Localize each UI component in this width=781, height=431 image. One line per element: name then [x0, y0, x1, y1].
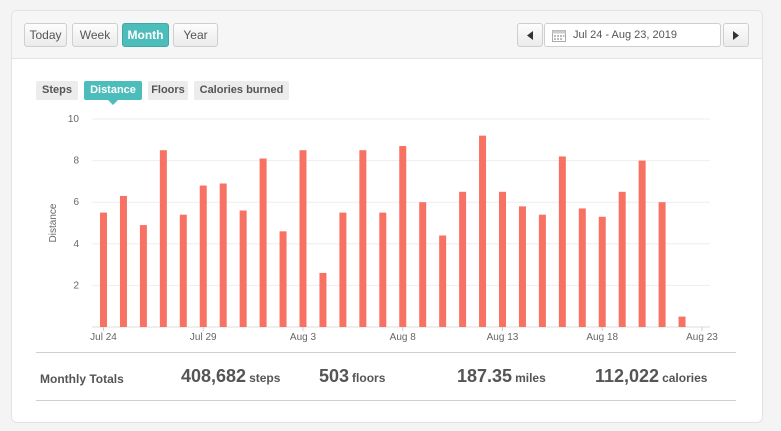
y-tick-label: 2 — [73, 280, 79, 291]
x-tick-label: Aug 18 — [586, 332, 618, 343]
y-tick-label: 8 — [73, 156, 79, 167]
x-tick-label: Aug 3 — [290, 332, 317, 343]
total-miles: 187.35 miles — [457, 366, 546, 387]
totals-bottom-divider — [36, 400, 736, 401]
bar-jul-31[interactable] — [239, 210, 247, 327]
activity-card: Today Week Month Year Jul 24 - Aug 23, 2… — [11, 10, 763, 423]
y-tick-label: 4 — [73, 239, 79, 250]
bar-jul-25[interactable] — [119, 195, 127, 327]
bar-aug-11[interactable] — [459, 191, 467, 327]
bar-aug-15[interactable] — [538, 214, 546, 327]
bar-aug-13[interactable] — [499, 191, 506, 327]
x-tick-label: Jul 29 — [190, 332, 217, 343]
bar-aug-7[interactable] — [379, 212, 387, 327]
bar-jul-30[interactable] — [219, 183, 227, 327]
total-calories-unit: calories — [662, 371, 708, 385]
bar-aug-2[interactable] — [279, 231, 287, 327]
bar-aug-17[interactable] — [578, 208, 586, 327]
bar-aug-3[interactable] — [299, 150, 307, 327]
total-steps-value: 408,682 — [181, 366, 247, 386]
bar-aug-22[interactable] — [678, 316, 686, 327]
total-steps-unit: steps — [249, 371, 281, 385]
totals-top-divider — [36, 352, 736, 353]
bar-aug-21[interactable] — [658, 202, 666, 327]
bar-aug-12[interactable] — [479, 135, 487, 327]
total-calories: 112,022 calories — [595, 366, 707, 387]
bar-jul-26[interactable] — [139, 225, 147, 327]
x-tick-label: Aug 8 — [390, 332, 417, 343]
bar-jul-29[interactable] — [199, 185, 207, 327]
bar-aug-5[interactable] — [339, 212, 347, 327]
y-tick-label: 6 — [73, 197, 79, 208]
total-calories-value: 112,022 — [595, 366, 660, 386]
monthly-totals-label: Monthly Totals — [40, 372, 124, 386]
total-steps: 408,682 steps — [181, 366, 280, 387]
bar-jul-28[interactable] — [179, 214, 187, 327]
bar-aug-18[interactable] — [598, 216, 606, 327]
bar-aug-19[interactable] — [618, 191, 626, 327]
bar-jul-27[interactable] — [159, 150, 167, 327]
x-tick-label: Aug 23 — [686, 332, 718, 343]
x-tick-label: Jul 24 — [90, 332, 117, 343]
bar-aug-10[interactable] — [439, 235, 447, 327]
bar-aug-1[interactable] — [259, 158, 267, 327]
bar-jul-24[interactable] — [100, 212, 107, 327]
total-floors-value: 503 — [319, 366, 350, 386]
x-tick-label: Aug 13 — [487, 332, 519, 343]
total-floors-unit: floors — [352, 371, 386, 385]
bar-aug-16[interactable] — [558, 156, 566, 327]
total-floors: 503 floors — [319, 366, 385, 387]
bar-aug-9[interactable] — [419, 202, 427, 327]
total-miles-unit: miles — [515, 371, 546, 385]
bar-aug-20[interactable] — [638, 160, 646, 327]
bar-aug-4[interactable] — [319, 272, 327, 327]
y-tick-label: 10 — [68, 114, 80, 125]
y-axis-title: Distance — [48, 203, 59, 242]
total-miles-value: 187.35 — [457, 366, 513, 386]
bar-aug-14[interactable] — [518, 206, 526, 327]
bar-aug-6[interactable] — [359, 150, 367, 327]
distance-bar-chart: 2 4 6 8 10 Jul 24 Jul 29 Aug 3 Aug 8 Aug 13 Aug 1… — [48, 114, 718, 343]
bar-aug-8[interactable] — [399, 146, 407, 327]
